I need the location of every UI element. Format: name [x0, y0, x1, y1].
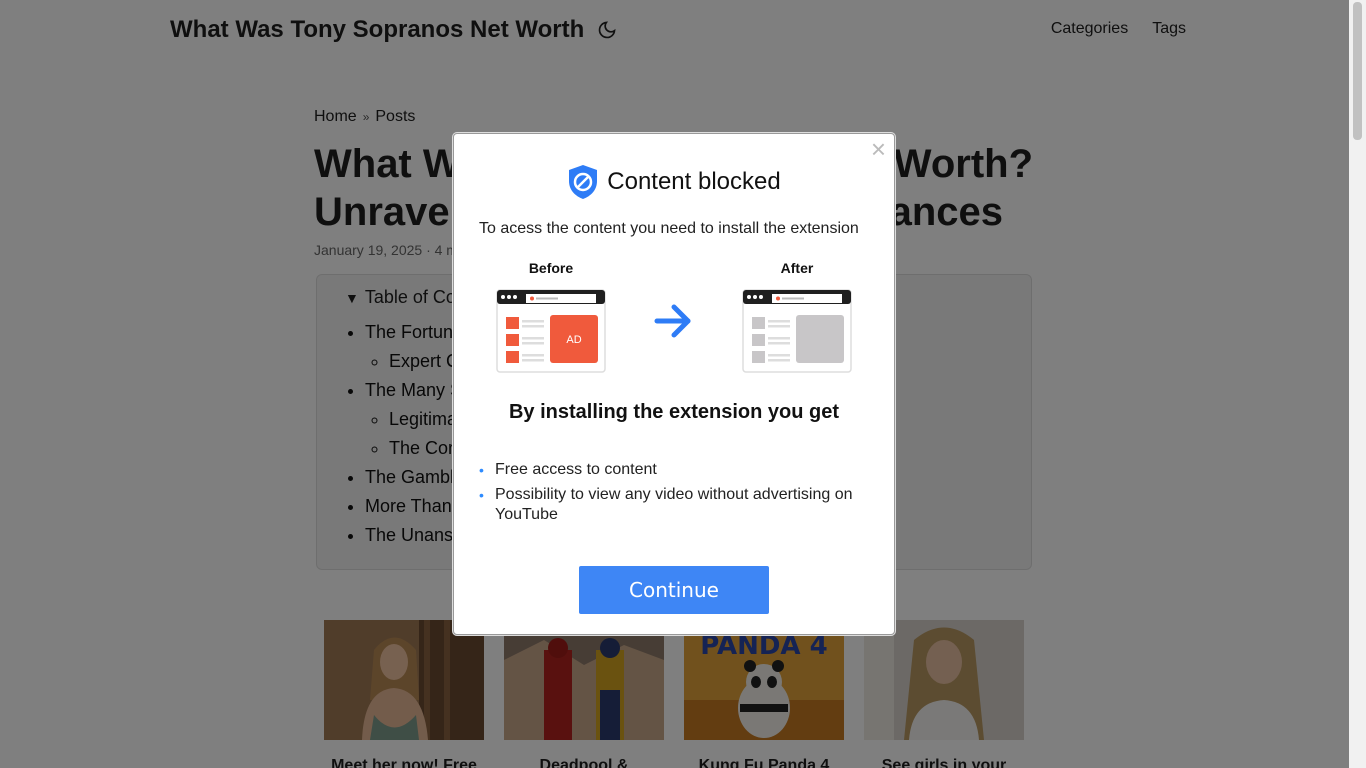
before-label: Before	[528, 260, 574, 276]
after-label: After	[780, 260, 814, 276]
arrow-right-icon	[654, 304, 691, 338]
ad-label: AD	[566, 334, 581, 346]
benefit-item: Possibility to view any video without ad…	[479, 485, 874, 525]
benefits-list: Free access to content Possibility to vi…	[479, 460, 874, 530]
scrollbar-thumb[interactable]	[1353, 2, 1362, 140]
shield-block-icon	[569, 165, 598, 199]
browser-with-ads-icon: AD	[496, 289, 606, 373]
scrollbar[interactable]	[1349, 0, 1366, 768]
content-blocked-modal: × Content blocked To acess the content y…	[453, 133, 895, 635]
browser-clean-icon	[742, 289, 852, 373]
benefit-item: Free access to content	[479, 460, 874, 480]
continue-button[interactable]: Continue	[579, 566, 769, 614]
modal-title: Content blocked	[607, 168, 781, 195]
modal-subtitle: To acess the content you need to install…	[479, 220, 859, 237]
benefits-title: By installing the extension you get	[508, 401, 840, 423]
modal-header: Content blocked	[454, 164, 894, 200]
close-icon[interactable]: ×	[871, 136, 886, 162]
